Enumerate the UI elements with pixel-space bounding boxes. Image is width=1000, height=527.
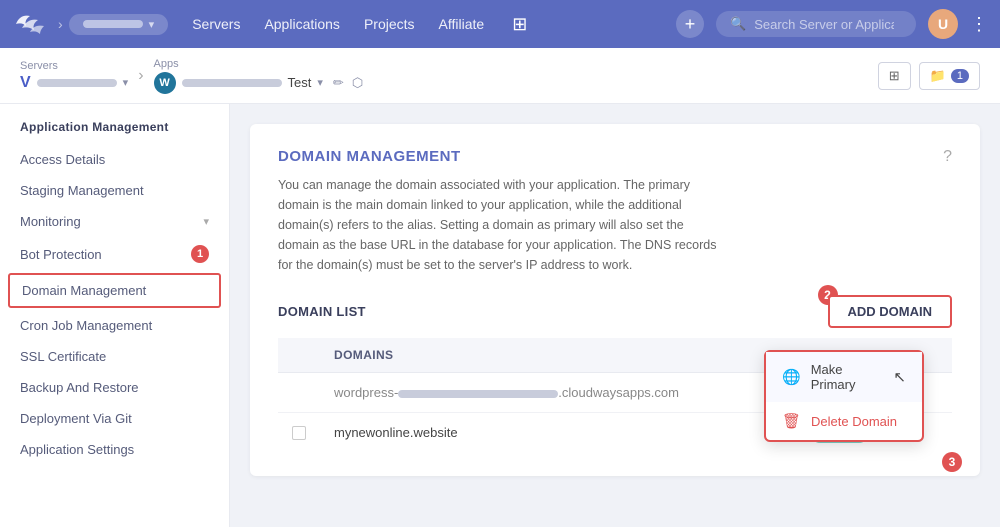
nav-affiliate[interactable]: Affiliate [439, 16, 485, 32]
search-bar: 🔍 [716, 11, 916, 37]
domain-list-header: DOMAIN LIST 2 ADD DOMAIN [278, 295, 952, 328]
add-domain-wrapper: 2 ADD DOMAIN [828, 295, 953, 328]
sidebar-item-cron-job[interactable]: Cron Job Management [0, 310, 229, 341]
server-name-blurred [83, 20, 143, 28]
user-avatar[interactable]: U [928, 9, 958, 39]
app-settings-label: Application Settings [20, 442, 134, 457]
search-input[interactable] [754, 17, 894, 32]
domain-blurred-part [398, 390, 558, 398]
server-pill[interactable]: ▾ [69, 14, 169, 35]
row1-domain-cell: wordpress- .cloudwaysapps.com [320, 373, 764, 413]
sidebar-item-backup[interactable]: Backup And Restore [0, 372, 229, 403]
add-button[interactable]: + [676, 10, 704, 38]
context-menu: 🌐 Make Primary ↖ 🗑 Delete Domain [764, 350, 924, 442]
more-options-icon[interactable]: ⋮ [970, 14, 988, 35]
test-label: Test [288, 75, 312, 90]
sidebar-item-access-details[interactable]: Access Details [0, 144, 229, 175]
breadcrumb-right: ⊞ 📁 1 [878, 62, 980, 90]
top-nav: › ▾ Servers Applications Projects Affili… [0, 0, 1000, 48]
nav-servers[interactable]: Servers [192, 16, 240, 32]
domain-management-title: DOMAIN MANAGEMENT [278, 148, 718, 165]
make-primary-menu-item[interactable]: 🌐 Make Primary ↖ [766, 352, 922, 402]
domain-header: DOMAIN MANAGEMENT You can manage the dom… [278, 148, 952, 275]
domain-management-label: Domain Management [22, 283, 146, 298]
vultr-icon: V [20, 74, 31, 92]
help-icon[interactable]: ? [943, 148, 952, 166]
sidebar-item-app-settings[interactable]: Application Settings [0, 434, 229, 465]
domain-description: You can manage the domain associated wit… [278, 175, 718, 275]
row1-checkbox-cell [278, 373, 320, 413]
breadcrumb-bar: Servers V ▾ › Apps W Test ▾ ✏ ⬡ ⊞ 📁 1 [0, 48, 1000, 104]
trash-icon: 🗑 [782, 412, 801, 430]
server-dropdown-icon[interactable]: ▾ [123, 76, 129, 89]
monitoring-label: Monitoring [20, 214, 81, 229]
app-dropdown-icon[interactable]: ▾ [317, 76, 323, 89]
files-button[interactable]: 📁 1 [919, 62, 980, 90]
external-link-icon[interactable]: ⬡ [352, 75, 363, 91]
apps-breadcrumb: Apps W Test ▾ ✏ ⬡ [154, 58, 364, 94]
row2-checkbox-cell[interactable] [278, 413, 320, 453]
col-checkbox [278, 338, 320, 373]
wordpress-icon: W [154, 72, 176, 94]
breadcrumb-separator: › [138, 67, 143, 85]
staging-management-label: Staging Management [20, 183, 144, 198]
access-details-label: Access Details [20, 152, 105, 167]
main-content: DOMAIN MANAGEMENT You can manage the dom… [230, 104, 1000, 527]
bot-protection-label: Bot Protection [20, 247, 102, 262]
domain-management-card: DOMAIN MANAGEMENT You can manage the dom… [250, 124, 980, 476]
context-menu-badge: 3 [942, 452, 962, 472]
row2-domain-cell: mynewonline.website [320, 413, 764, 453]
sidebar-item-ssl[interactable]: SSL Certificate [0, 341, 229, 372]
files-count-badge: 1 [951, 69, 969, 83]
add-domain-button[interactable]: ADD DOMAIN [828, 295, 953, 328]
monitoring-chevron: ▾ [203, 215, 209, 228]
folder-icon: 📁 [930, 68, 946, 84]
row2-checkbox[interactable] [292, 426, 306, 440]
cursor-icon: ↖ [893, 368, 906, 386]
app-value: W Test ▾ ✏ ⬡ [154, 72, 364, 94]
nav-right: + 🔍 U ⋮ [676, 9, 988, 39]
git-label: Deployment Via Git [20, 411, 132, 426]
servers-label: Servers [20, 60, 128, 72]
row1-domain-suffix: .cloudwaysapps.com [558, 385, 679, 400]
bot-protection-badge: 1 [191, 245, 209, 263]
delete-domain-menu-item[interactable]: 🗑 Delete Domain [766, 402, 922, 440]
nav-applications[interactable]: Applications [264, 16, 340, 32]
app-name-blurred [182, 79, 282, 87]
backup-label: Backup And Restore [20, 380, 139, 395]
cron-job-label: Cron Job Management [20, 318, 152, 333]
sidebar-item-monitoring[interactable]: Monitoring ▾ [0, 206, 229, 237]
make-primary-label: Make Primary [811, 362, 884, 392]
server-name-blurred [37, 79, 117, 87]
nav-arrow: › [58, 16, 63, 32]
grid-view-button[interactable]: ⊞ [878, 62, 911, 90]
servers-breadcrumb: Servers V ▾ [20, 60, 128, 92]
server-value: V ▾ [20, 74, 128, 92]
row1-domain-blurred: wordpress- [334, 385, 398, 400]
col-domains: DOMAINS [320, 338, 764, 373]
globe-icon: 🌐 [782, 368, 801, 386]
sidebar: Application Management Access Details St… [0, 104, 230, 527]
sidebar-section-title: Application Management [0, 120, 229, 144]
nav-projects[interactable]: Projects [364, 16, 415, 32]
app-actions: ✏ ⬡ [333, 75, 363, 91]
delete-domain-label: Delete Domain [811, 414, 897, 429]
server-pill-chevron: ▾ [149, 18, 155, 31]
ssl-label: SSL Certificate [20, 349, 106, 364]
grid-icon[interactable]: ⊞ [512, 14, 527, 35]
sidebar-item-domain-management[interactable]: Domain Management [8, 273, 221, 308]
sidebar-item-staging-management[interactable]: Staging Management [0, 175, 229, 206]
search-icon: 🔍 [730, 16, 746, 32]
edit-icon[interactable]: ✏ [333, 75, 344, 91]
nav-links: Servers Applications Projects Affiliate … [192, 14, 676, 35]
domain-header-left: DOMAIN MANAGEMENT You can manage the dom… [278, 148, 718, 275]
domain-list-title: DOMAIN LIST [278, 304, 366, 319]
sidebar-item-git[interactable]: Deployment Via Git [0, 403, 229, 434]
apps-label: Apps [154, 58, 364, 70]
logo[interactable] [12, 10, 48, 38]
main-layout: Application Management Access Details St… [0, 104, 1000, 527]
sidebar-item-bot-protection[interactable]: Bot Protection 1 [0, 237, 229, 271]
